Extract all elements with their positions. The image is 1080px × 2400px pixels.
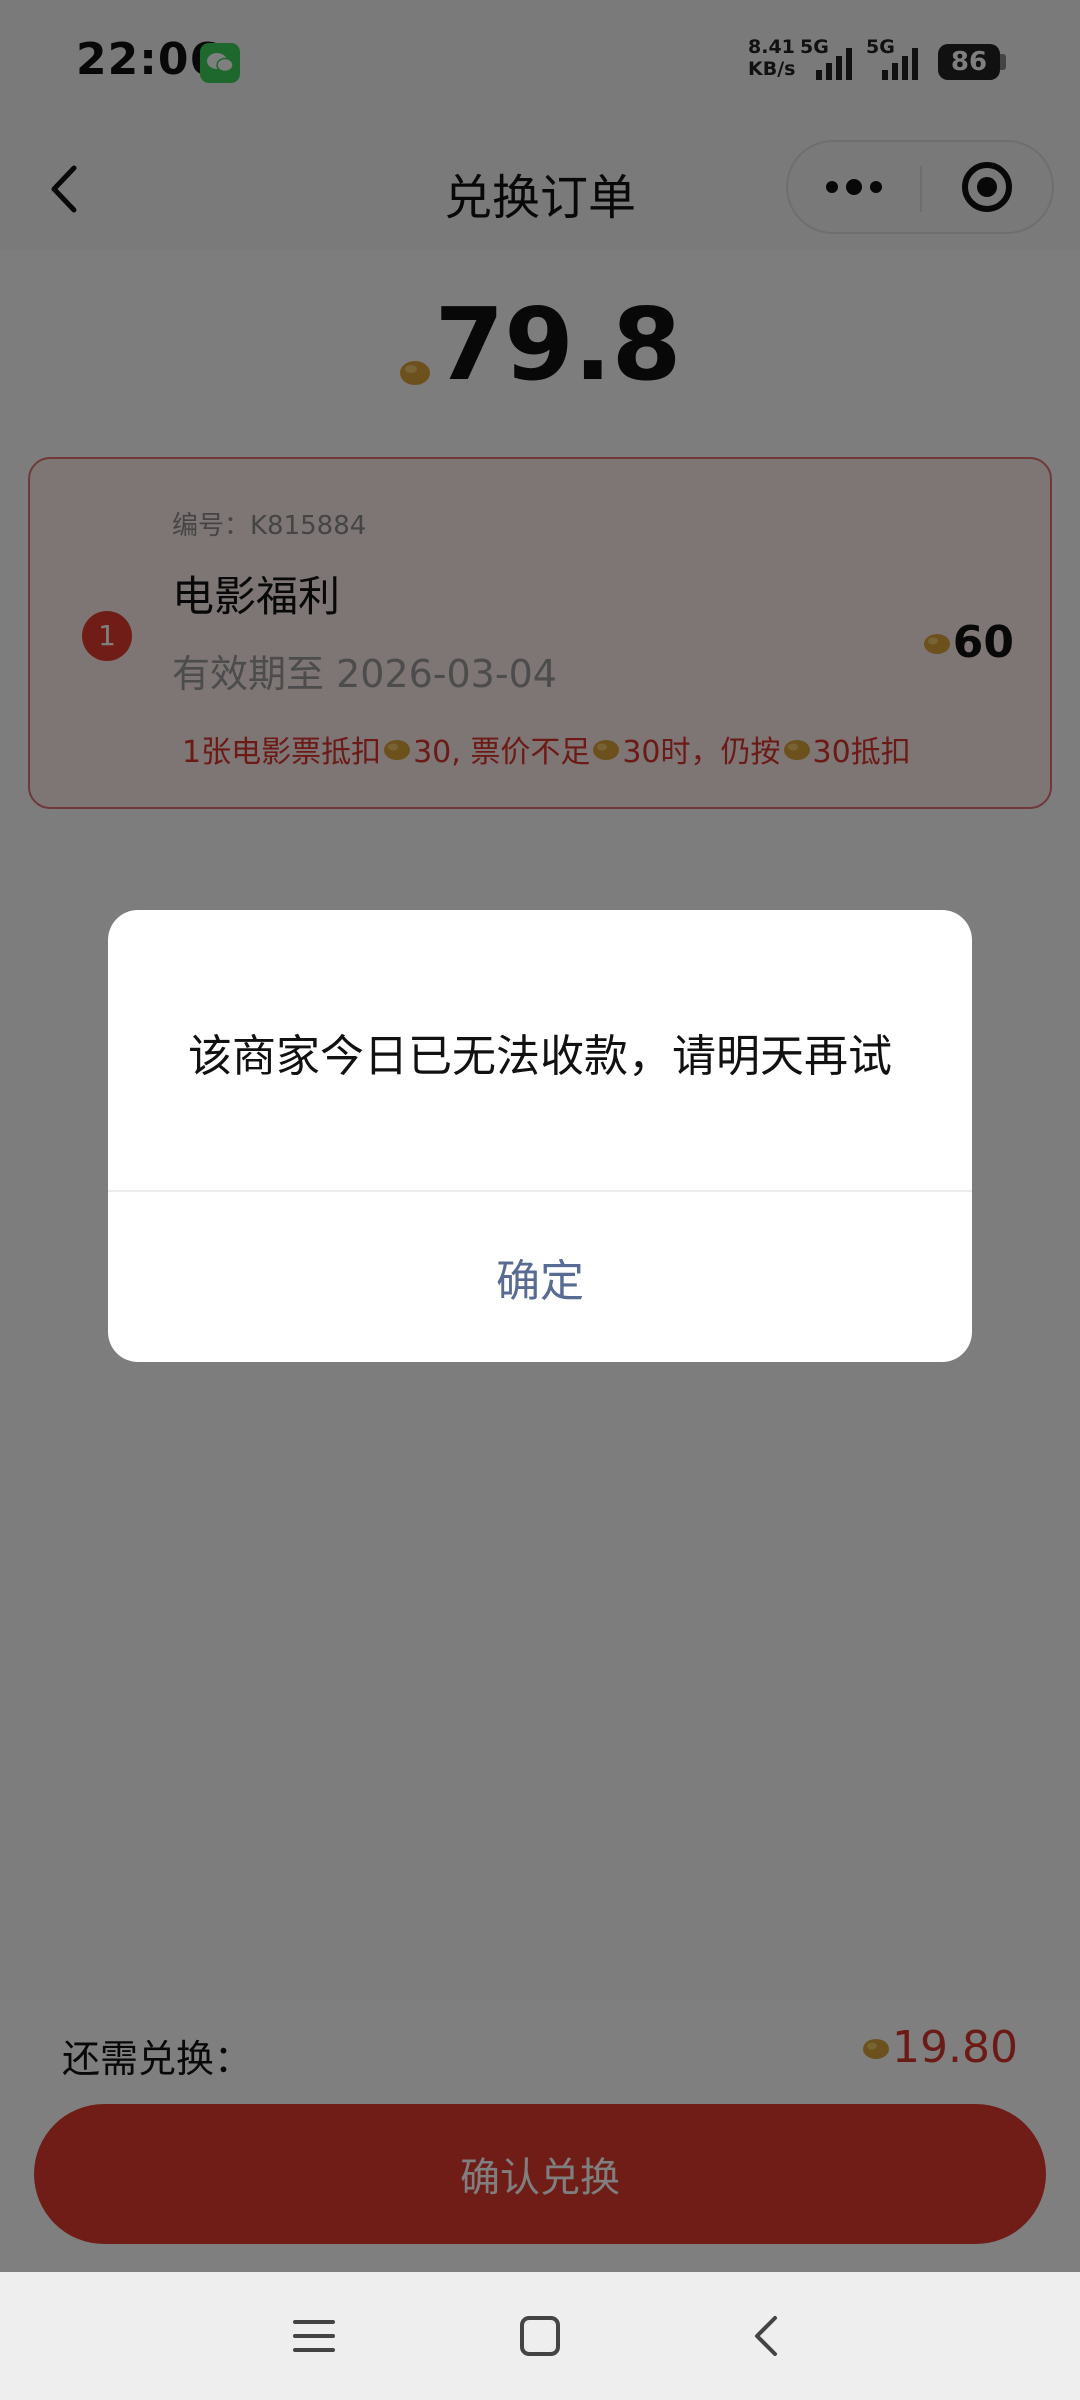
- square-home-icon: [520, 2316, 560, 2356]
- chevron-left-icon: [755, 2316, 777, 2356]
- dialog-ok-button[interactable]: 确定: [108, 1192, 972, 1362]
- status-bar-dim: [0, 0, 1080, 128]
- alert-dialog: 该商家今日已无法收款，请明天再试 确定: [108, 910, 972, 1362]
- home-button[interactable]: [500, 2296, 580, 2376]
- dialog-message: 该商家今日已无法收款，请明天再试: [188, 1031, 892, 1082]
- system-navigation-bar: [0, 2272, 1080, 2400]
- menu-lines-icon: [293, 2320, 335, 2352]
- system-back-button[interactable]: [726, 2296, 806, 2376]
- recent-apps-button[interactable]: [274, 2296, 354, 2376]
